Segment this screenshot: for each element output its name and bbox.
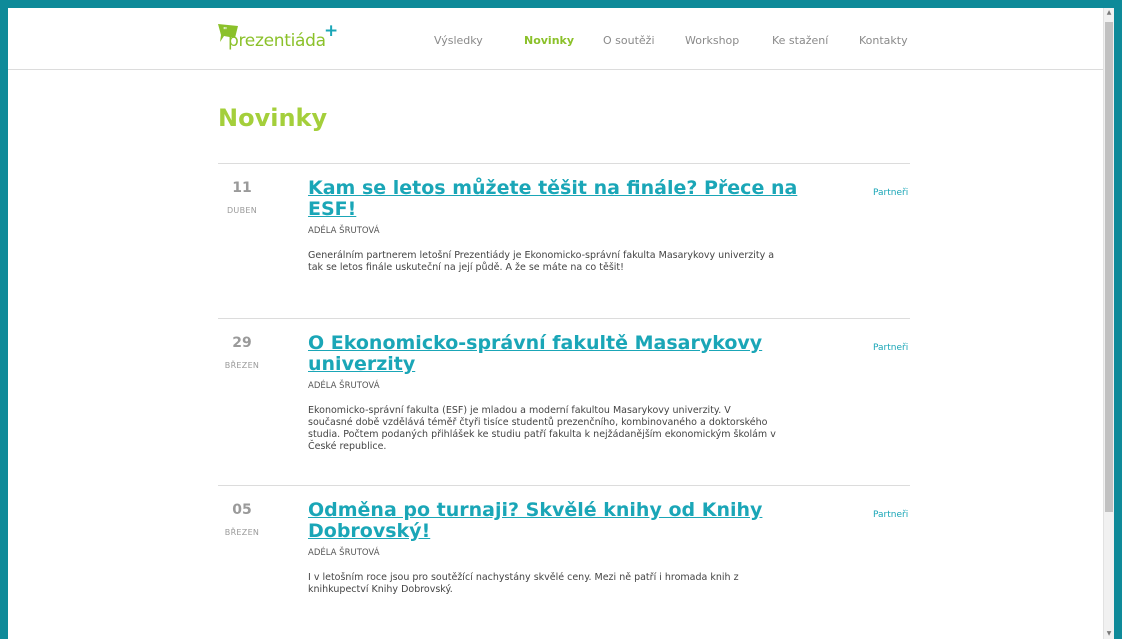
article-excerpt: Ekonomicko-správní fakulta (ESF) je mlad… xyxy=(308,405,776,452)
nav-item-ke-stazeni[interactable]: Ke stažení xyxy=(772,34,828,47)
scroll-up-icon[interactable]: ▲ xyxy=(1104,8,1114,18)
nav-item-vysledky[interactable]: Výsledky xyxy=(434,34,483,47)
article-date-month: BŘEZEN xyxy=(224,361,260,370)
site-header: " prezentiáda + Výsledky Novinky O soutě… xyxy=(8,8,1104,70)
article-date-month: BŘEZEN xyxy=(224,528,260,537)
article-title-link[interactable]: O Ekonomicko-správní fakultě Masarykovy … xyxy=(308,333,798,375)
article-item: 05 BŘEZEN Odměna po turnaji? Skvělé knih… xyxy=(218,485,910,636)
article-date-day: 05 xyxy=(232,502,252,518)
logo-text: prezentiáda xyxy=(228,31,326,51)
page-title: Novinky xyxy=(218,104,328,132)
article-author: ADÉLA ŠRUTOVÁ xyxy=(308,381,380,391)
article-item: 11 DUBEN Kam se letos můžete těšit na fi… xyxy=(218,163,910,319)
article-category-link[interactable]: Partneři xyxy=(873,188,908,198)
article-date-day: 29 xyxy=(232,335,252,351)
nav-item-workshop[interactable]: Workshop xyxy=(685,34,739,47)
article-excerpt: Generálním partnerem letošní Prezentiády… xyxy=(308,250,775,273)
svg-text:": " xyxy=(223,26,227,35)
article-title-link[interactable]: Kam se letos můžete těšit na finále? Pře… xyxy=(308,178,798,220)
scroll-down-icon[interactable]: ▼ xyxy=(1104,629,1114,639)
article-author: ADÉLA ŠRUTOVÁ xyxy=(308,226,380,236)
article-date-month: DUBEN xyxy=(226,206,258,215)
nav-item-novinky[interactable]: Novinky xyxy=(524,34,574,47)
nav-item-o-soutezi[interactable]: O soutěži xyxy=(603,34,655,47)
article-item: 29 BŘEZEN O Ekonomicko-správní fakultě M… xyxy=(218,318,910,486)
article-date-day: 11 xyxy=(232,180,252,196)
article-title-link[interactable]: Odměna po turnaji? Skvělé knihy od Knihy… xyxy=(308,500,798,542)
nav-item-kontakty[interactable]: Kontakty xyxy=(859,34,908,47)
vertical-scrollbar[interactable]: ▲ ▼ xyxy=(1103,8,1114,639)
article-excerpt: I v letošním roce jsou pro soutěžící nac… xyxy=(308,572,739,595)
article-category-link[interactable]: Partneři xyxy=(873,510,908,520)
browser-viewport: " prezentiáda + Výsledky Novinky O soutě… xyxy=(8,8,1114,639)
article-author: ADÉLA ŠRUTOVÁ xyxy=(308,548,380,558)
logo-plus: + xyxy=(324,21,339,41)
article-category-link[interactable]: Partneři xyxy=(873,343,908,353)
scrollbar-thumb[interactable] xyxy=(1105,22,1113,512)
